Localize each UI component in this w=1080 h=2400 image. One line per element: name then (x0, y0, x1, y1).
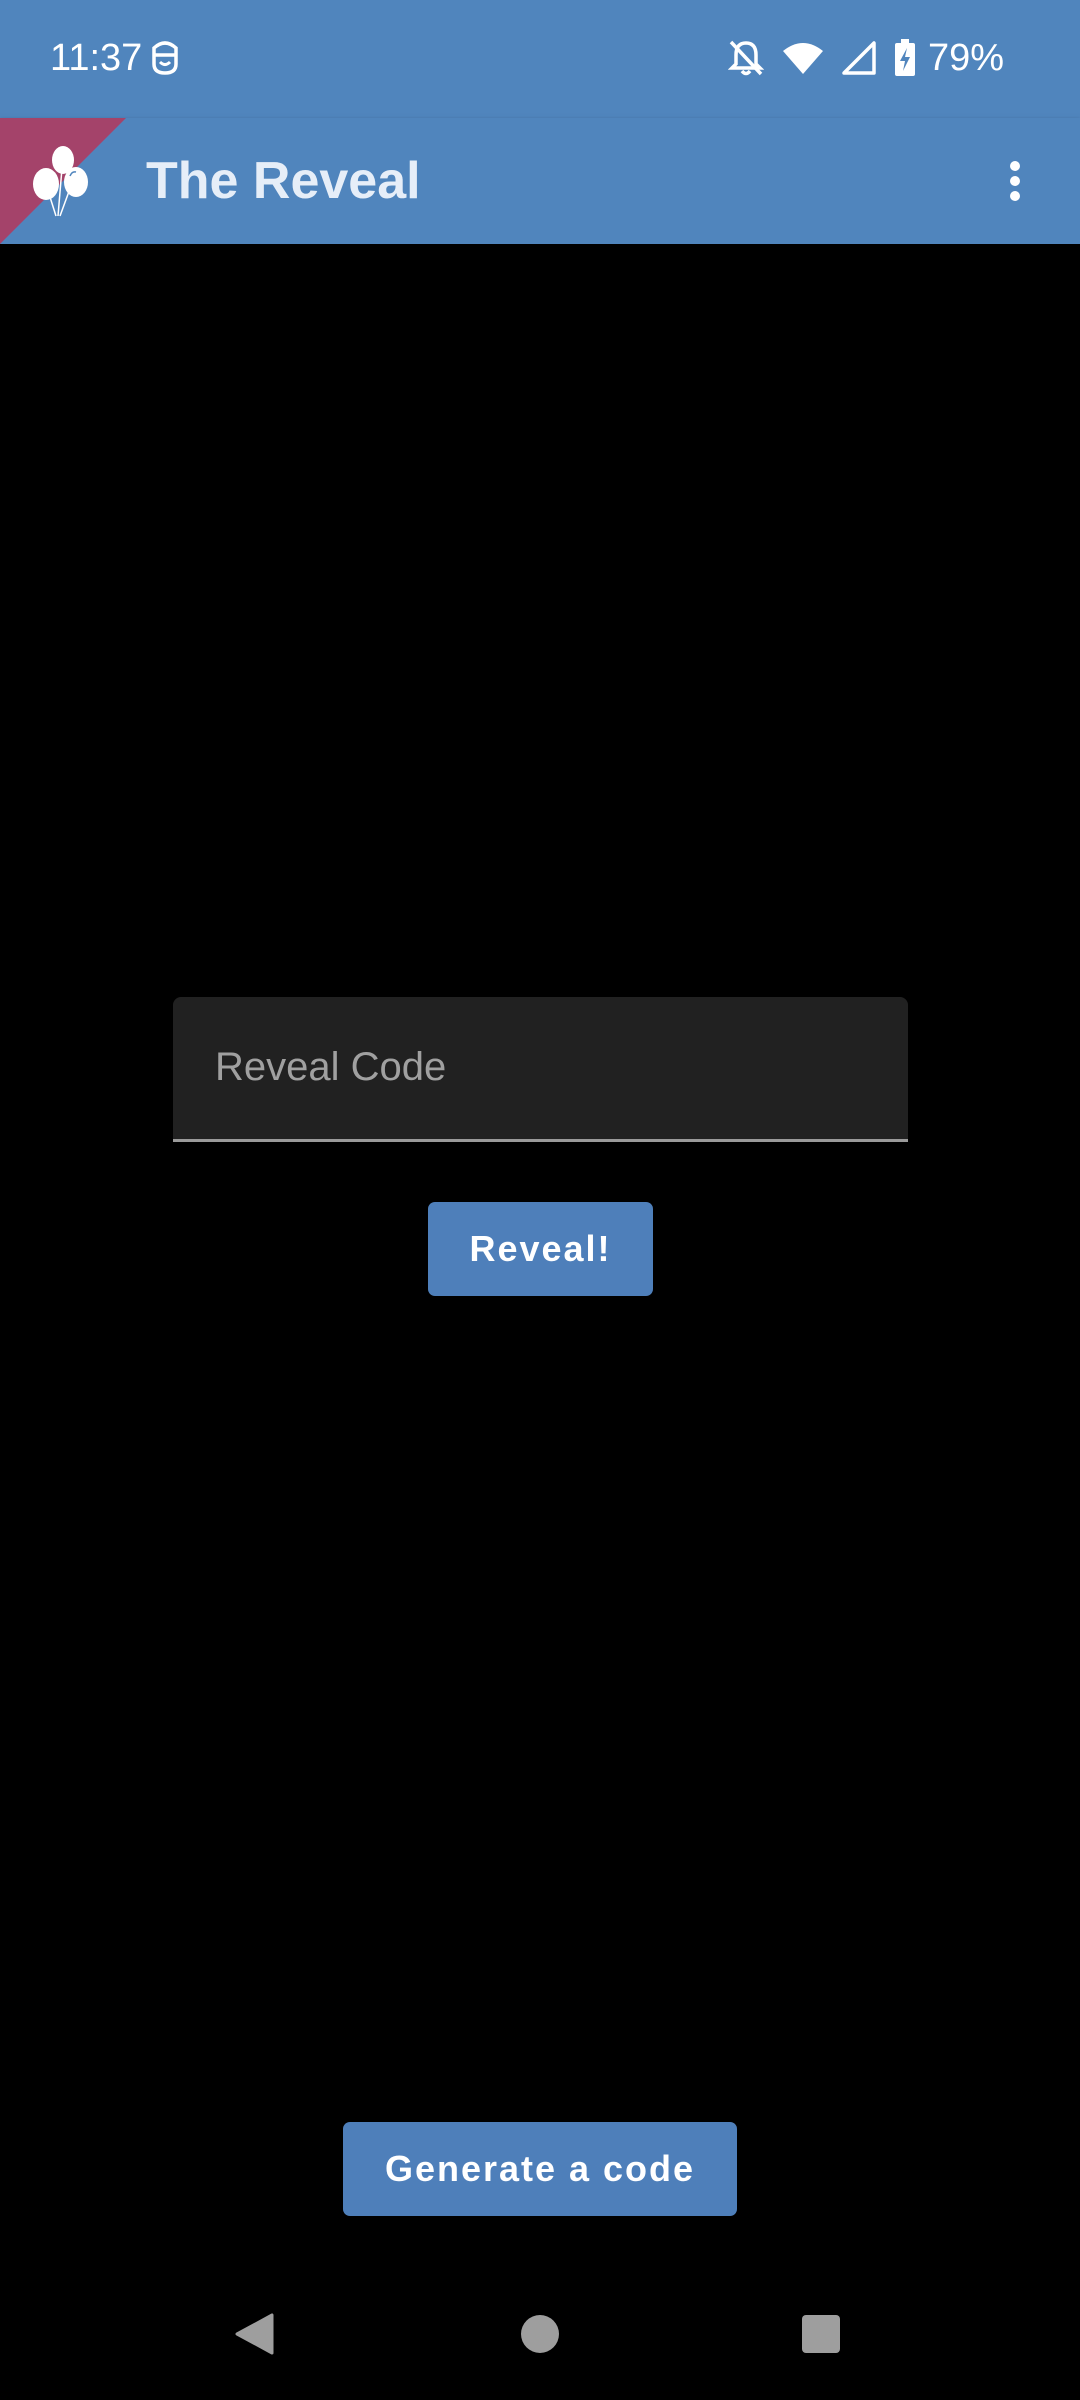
cell-signal-icon (842, 41, 876, 75)
recents-icon[interactable] (802, 2315, 840, 2353)
app-bar: The Reveal (0, 118, 1080, 244)
back-icon[interactable] (234, 2313, 274, 2355)
screen: 11:37 79% The Reveal Reveal Code Reveal!… (0, 0, 1080, 2400)
battery-charging-icon (894, 39, 915, 76)
reveal-button[interactable]: Reveal! (428, 1202, 653, 1296)
app-title: The Reveal (146, 152, 421, 210)
status-icons: 79% (727, 34, 1004, 82)
battery-percentage: 79% (927, 37, 1004, 79)
balloons-icon (0, 118, 126, 244)
bell-off-icon (727, 40, 764, 76)
home-icon[interactable] (521, 2315, 559, 2353)
overflow-menu-button[interactable] (990, 156, 1040, 206)
status-bar: 11:37 79% (0, 0, 1080, 118)
navigation-bar (0, 2260, 1080, 2400)
reveal-code-field[interactable] (173, 997, 908, 1142)
wifi-icon (782, 43, 823, 74)
reveal-code-input[interactable] (215, 1027, 865, 1107)
generate-code-button[interactable]: Generate a code (343, 2122, 737, 2216)
more-vert-icon (1010, 161, 1020, 201)
face-icon (152, 41, 178, 75)
status-time: 11:37 (50, 37, 143, 79)
